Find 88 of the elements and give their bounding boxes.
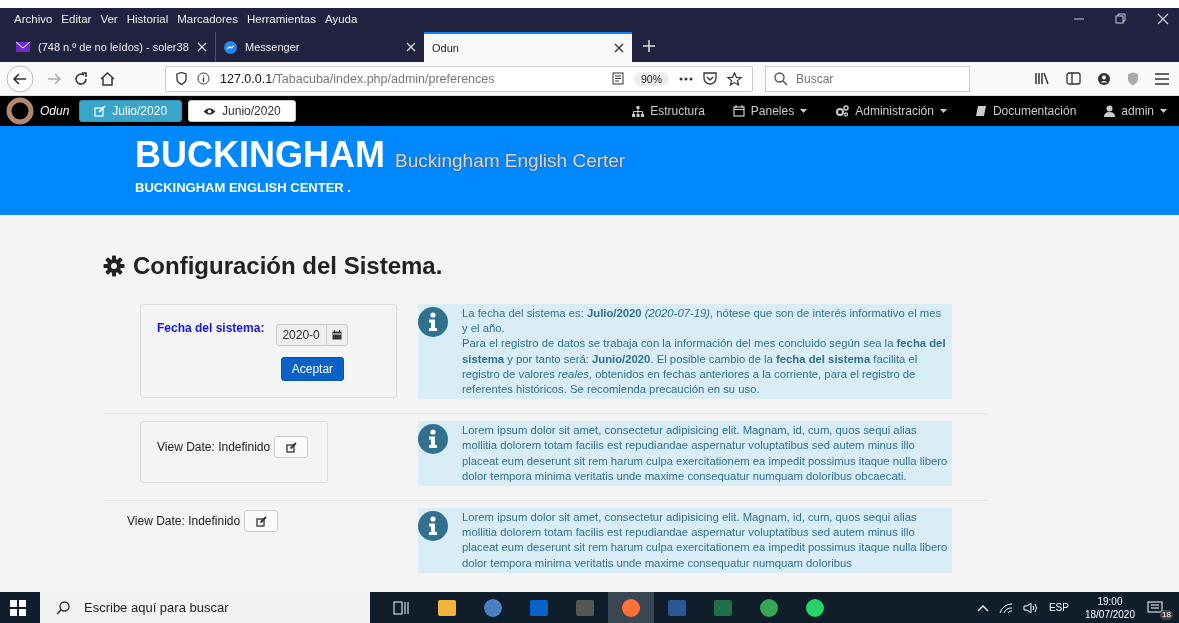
clock-time[interactable]: 19:00 xyxy=(1097,594,1123,608)
close-icon[interactable] xyxy=(614,43,624,53)
gears-icon xyxy=(835,105,850,117)
url-text: 127.0.0.1/Tabacuba/index.php/admin/preferences xyxy=(220,71,495,86)
edit-icon xyxy=(285,441,297,453)
chat-bubble-icon xyxy=(224,40,237,54)
info-icon xyxy=(418,424,448,455)
shield-icon xyxy=(176,72,187,85)
home-icon[interactable] xyxy=(100,71,115,86)
taskbar-search-box[interactable]: Escribe aquí para buscar xyxy=(40,592,370,623)
restore-icon[interactable] xyxy=(1115,13,1127,25)
search-field[interactable]: Buscar xyxy=(794,70,958,87)
nav-link[interactable]: admin xyxy=(1104,104,1167,118)
info-text: La fecha del sistema es: Julio/2020 (2020-07-19), nótese que son de interés informativo el mes y el año. xyxy=(462,306,943,337)
zoom-level[interactable]: 90% xyxy=(634,71,669,86)
date-field[interactable]: 2020-0 xyxy=(276,324,349,346)
info-text: Para el registro de datos se trabaja con la información del mes concluido según sea la fecha del sistema y por tanto será: Junio/2020. El posible cambio de la fecha del sistema facilita el registro de valores reales, obtenidos en fechas anteriores a la corriente, para el registro de referentes históricos. Se recomienda precaución en su uso. xyxy=(462,336,947,397)
pocket-icon[interactable] xyxy=(703,72,717,85)
field-label: Fecha del sistema: xyxy=(157,321,265,337)
more-icon[interactable] xyxy=(679,76,693,81)
view-date-label: View Date: Indefinido xyxy=(127,514,241,529)
view-date-label: View Date: Indefinido xyxy=(157,440,271,455)
menu-item[interactable]: Archivo xyxy=(14,13,53,25)
eye-icon xyxy=(203,106,217,116)
address-bar[interactable]: 127.0.0.1/Tabacuba/index.php/admin/preferences 90% xyxy=(165,65,753,92)
back-icon[interactable] xyxy=(6,64,34,93)
user-icon xyxy=(1104,105,1116,117)
info-icon xyxy=(418,511,448,542)
clock-date[interactable]: 18/07/2020 xyxy=(1084,607,1135,621)
task-view-icon[interactable] xyxy=(393,600,409,615)
info-icon xyxy=(197,72,210,85)
app-icon[interactable] xyxy=(759,597,779,618)
accept-button[interactable]: Aceptar xyxy=(280,357,345,381)
nav-link[interactable]: Documentación xyxy=(974,104,1077,118)
notifications-button[interactable]: 18 xyxy=(1145,594,1173,621)
edit-icon xyxy=(255,515,267,527)
browser-tab[interactable]: Messenger xyxy=(216,32,424,62)
menu-icon[interactable] xyxy=(1155,72,1169,85)
app-icon[interactable] xyxy=(437,597,457,618)
sitemap-icon xyxy=(632,105,645,117)
search-box[interactable]: Buscar xyxy=(765,65,970,92)
nav-link[interactable]: Administración xyxy=(835,104,947,118)
new-tab-icon[interactable] xyxy=(642,39,656,53)
speaker-icon[interactable] xyxy=(1022,601,1039,614)
app-icon[interactable] xyxy=(483,597,503,618)
page-heading: Configuración del Sistema. xyxy=(103,252,1179,280)
browser-tab[interactable]: Odun xyxy=(424,32,632,62)
edit-button[interactable] xyxy=(244,510,279,533)
site-title: BUCKINGHAM xyxy=(135,134,385,176)
star-icon[interactable] xyxy=(727,71,742,86)
library-icon[interactable] xyxy=(1034,72,1050,85)
info-icon xyxy=(418,307,448,337)
calendar-icon[interactable] xyxy=(332,330,343,340)
taskbar-search-field[interactable]: Escribe aquí para buscar xyxy=(82,599,366,616)
message-icon xyxy=(1147,600,1163,615)
gear-icon xyxy=(103,255,125,277)
search-icon xyxy=(56,600,70,615)
nav-link[interactable]: Estructura xyxy=(632,104,705,118)
wifi-icon[interactable] xyxy=(998,601,1013,614)
period-button[interactable]: Junio/2020 xyxy=(188,100,296,122)
brand-name[interactable]: Odun xyxy=(40,104,70,118)
info-text: Lorem ipsum dolor sit amet, consectetur adipisicing elit. Magnam, id, cum, quos sequi alias mollitia dolorem totam facilis est repudiandae aspernatur voluptatibus sed autem minus illo placeat eum deserunt sit rem harum culpa exercitationem ea impedit possimus itaque nulla libero dolor tempora minima veritatis unde maxime consequatur numquam doloribus obcaecati. xyxy=(462,423,948,484)
language-indicator[interactable]: ESP xyxy=(1048,602,1069,613)
book-icon xyxy=(974,105,987,117)
menu-item[interactable]: Ver xyxy=(100,13,118,25)
envelope-icon xyxy=(16,42,30,52)
chevron-up-icon[interactable] xyxy=(976,603,989,612)
windows-start-icon[interactable] xyxy=(10,599,26,616)
ring-logo-icon xyxy=(6,97,34,125)
menu-item[interactable]: Editar xyxy=(61,13,92,25)
app-icon[interactable] xyxy=(805,597,825,618)
site-subtitle: Buckingham English Certer xyxy=(395,150,626,172)
notification-count: 18 xyxy=(1160,609,1173,620)
menu-item[interactable]: Marcadores xyxy=(177,13,238,25)
search-icon xyxy=(774,71,788,86)
account-icon[interactable] xyxy=(1097,71,1111,86)
sidebar-icon[interactable] xyxy=(1066,72,1081,85)
nav-link[interactable]: Paneles xyxy=(732,104,808,118)
menu-item[interactable]: Herramientas xyxy=(246,13,316,25)
calendar-icon xyxy=(732,105,745,117)
edit-button[interactable] xyxy=(274,436,309,459)
edit-icon xyxy=(94,105,107,117)
info-text: Lorem ipsum dolor sit amet, consectetur adipisicing elit. Magnam, id, cum, quos sequi alias mollitia dolorem totam facilis est repudiandae aspernatur voluptatibus sed autem minus illo placeat eum deserunt sit rem harum culpa exercitationem ea impedit possimus itaque nulla libero dolor tempora minima veritatis unde maxime consequatur numquam doloribus xyxy=(462,510,948,571)
reader-view-icon[interactable] xyxy=(612,72,624,85)
menu-item[interactable]: Ayuda xyxy=(324,13,358,25)
reload-icon[interactable] xyxy=(74,71,88,86)
menu-item[interactable]: Historial xyxy=(126,13,169,25)
site-tagline: BUCKINGHAM ENGLISH CENTER . xyxy=(135,180,352,195)
